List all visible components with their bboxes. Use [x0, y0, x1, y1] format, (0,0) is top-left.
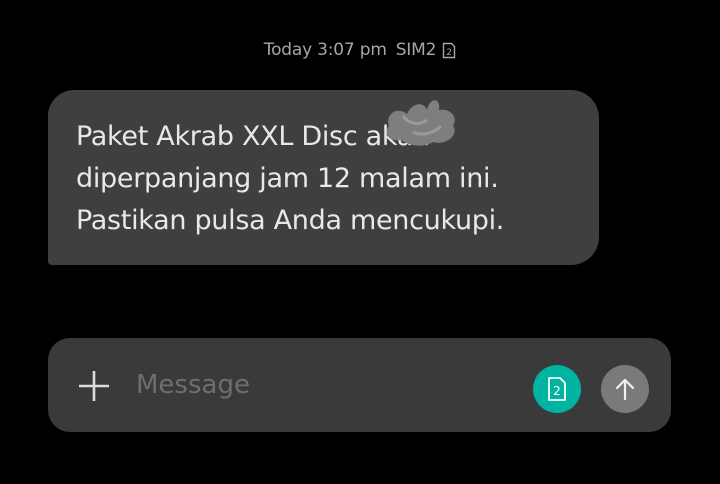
sim-card-icon: 2: [548, 377, 566, 401]
sim-label: SIM2: [395, 40, 437, 60]
thread-timestamp-row: Today 3:07 pm SIM2 2: [0, 40, 720, 60]
sim-number-small: 2: [446, 48, 452, 58]
message-timestamp: Today 3:07 pm: [263, 40, 387, 60]
message-input[interactable]: [136, 360, 516, 410]
sim-number: 2: [553, 384, 561, 398]
message-composer: 2: [48, 338, 671, 432]
arrow-up-icon: [615, 378, 635, 401]
sim-indicator: SIM2 2: [396, 40, 457, 60]
sim-card-icon: 2: [443, 42, 456, 58]
received-message-bubble[interactable]: Paket Akrab XXL Disc akan diperpanjang j…: [48, 90, 599, 265]
plus-icon: [79, 371, 109, 401]
message-body: Paket Akrab XXL Disc akan diperpanjang j…: [76, 121, 505, 236]
attach-button[interactable]: [76, 368, 112, 404]
sim-select-button[interactable]: 2: [533, 365, 581, 413]
send-button[interactable]: [601, 365, 649, 413]
